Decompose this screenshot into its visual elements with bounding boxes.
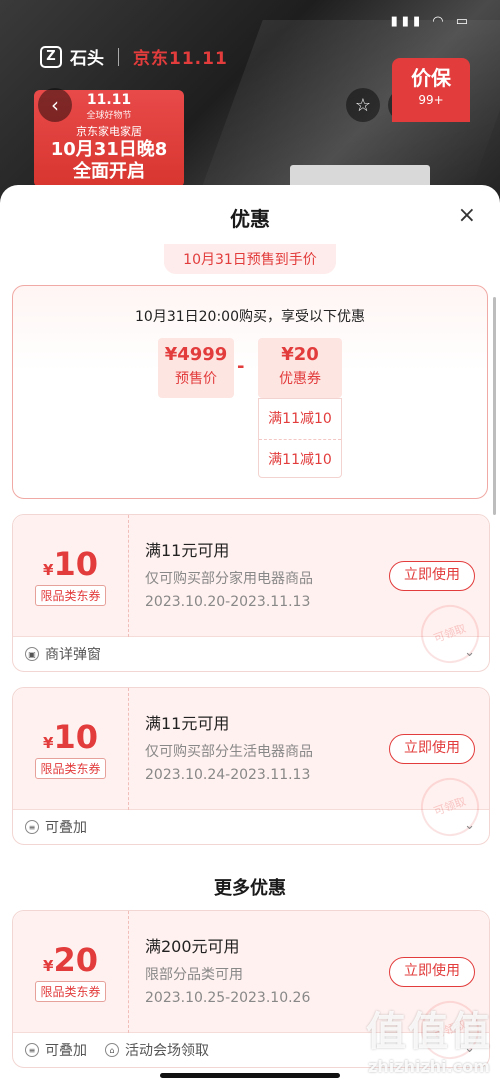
coupon-footer-label: 可叠加 [45, 1043, 87, 1059]
currency-symbol: ¥ [43, 957, 54, 975]
coupon-title: 满11元可用 [145, 541, 230, 560]
stackable-icon: ≡ [25, 820, 39, 834]
discount-sheet: 优惠 × 10月31日预售到手价 10月31日20:00购买，享受以下优惠 ¥4… [0, 185, 500, 1082]
jd-1111-label: 京东11.11 [133, 49, 228, 69]
scrollbar[interactable] [493, 297, 496, 515]
status-icons: ▮▮▮ ◠ ▭ [390, 14, 472, 29]
presale-coupon-label: 优惠券 [279, 371, 321, 387]
stackable-icon: ≡ [25, 1043, 39, 1057]
coupon-body: ¥10 限品类东券 满11元可用 仅可购买部分家用电器商品 2023.10.20… [13, 515, 489, 672]
use-now-button[interactable]: 立即使用 [389, 734, 475, 764]
chevron-down-icon[interactable]: ⌄ [464, 818, 475, 833]
coupon-desc: 限部分品类可用 [145, 967, 243, 983]
coupon-date: 2023.10.20-2023.11.13 [145, 594, 311, 610]
presale-price-cell: ¥4999 预售价 [158, 338, 234, 398]
watermark: 值值值 zhizhizhi.com [366, 999, 492, 1076]
chevron-left-icon: ‹ [51, 93, 59, 117]
presale-tab: 10月31日预售到手价 [164, 244, 336, 274]
coupon-desc: 仅可购买部分生活电器商品 [145, 744, 313, 760]
coupon-title: 满11元可用 [145, 714, 230, 733]
coupon-type-tag: 限品类东券 [35, 758, 106, 779]
price-guard-count: 99+ [418, 93, 444, 107]
coupon-amount: 10 [53, 545, 98, 583]
coupon-amount: 20 [53, 941, 98, 979]
close-icon: × [457, 203, 476, 228]
presale-price-value: ¥4999 [164, 344, 228, 365]
promo-big-1: 10月31日晚8 [50, 139, 168, 160]
sheet-title: 优惠 [230, 207, 270, 231]
status-bar: ▮▮▮ ◠ ▭ [0, 0, 500, 40]
venue-icon: ⌂ [105, 1043, 119, 1057]
coupon-title: 满200元可用 [145, 937, 240, 956]
coupon-footer-label: 可叠加 [45, 820, 87, 836]
coupon-body: ¥10 限品类东券 满11元可用 仅可购买部分生活电器商品 2023.10.24… [13, 688, 489, 845]
minus-sign: - [237, 356, 245, 377]
coupon-type-tag: 限品类东券 [35, 585, 106, 606]
watermark-logo: 值值值 [366, 1009, 492, 1055]
coupon-info: 满200元可用 限部分品类可用 2023.10.25-2023.10.26 [145, 933, 310, 1006]
close-button[interactable]: × [458, 205, 476, 227]
coupon-desc: 仅可购买部分家用电器商品 [145, 571, 313, 587]
price-guard-badge[interactable]: 价保 99+ [392, 58, 470, 122]
coupon-date: 2023.10.25-2023.10.26 [145, 990, 311, 1006]
more-discounts-title: 更多优惠 [214, 878, 286, 899]
coupon-amount-area: ¥10 限品类东券 [13, 515, 129, 637]
product-header-background: ▮▮▮ ◠ ▭ Z 石头 京东11.11 11.11 全球好物节 京东家电家居 … [0, 0, 500, 200]
coupon-amount: 10 [53, 718, 98, 756]
presale-headline: 10月31日20:00购买，享受以下优惠 [135, 309, 365, 325]
presale-coupon-item: 满11减10 [268, 411, 332, 427]
popup-icon: ▣ [25, 647, 39, 661]
presale-coupon-cell: ¥20 优惠券 [258, 338, 342, 398]
favorite-button[interactable]: ☆ [346, 88, 380, 122]
home-indicator[interactable] [160, 1073, 340, 1078]
brand-logo-icon: Z [40, 45, 62, 68]
coupon-card: ¥10 限品类东券 满11元可用 仅可购买部分家用电器商品 2023.10.20… [12, 514, 490, 672]
chevron-down-icon[interactable]: ⌄ [464, 645, 475, 660]
price-guard-title: 价保 [411, 66, 451, 90]
brand-bar: Z 石头 京东11.11 [40, 44, 228, 69]
promo-line: 京东家电家居 [76, 125, 142, 138]
promo-big-2: 全面开启 [73, 161, 145, 182]
presale-coupon-item: 满11减10 [259, 439, 341, 479]
star-icon: ☆ [354, 94, 372, 116]
presale-price-label: 预售价 [175, 371, 217, 387]
currency-symbol: ¥ [43, 561, 54, 579]
presale-box: 10月31日20:00购买，享受以下优惠 ¥4999 预售价 - ¥20 优惠券… [12, 285, 488, 499]
coupon-footer[interactable]: ▣ 商详弹窗 ⌄ [13, 637, 489, 671]
presale-coupon-list: 满11减10 满11减10 [258, 398, 342, 478]
back-button[interactable]: ‹ [38, 88, 72, 122]
brand-divider [118, 47, 119, 66]
coupon-date: 2023.10.24-2023.11.13 [145, 767, 311, 783]
coupon-amount-area: ¥10 限品类东券 [13, 688, 129, 810]
coupon-card: ¥10 限品类东券 满11元可用 仅可购买部分生活电器商品 2023.10.24… [12, 687, 490, 845]
currency-symbol: ¥ [43, 734, 54, 752]
coupon-info: 满11元可用 仅可购买部分生活电器商品 2023.10.24-2023.11.1… [145, 710, 313, 783]
use-now-button[interactable]: 立即使用 [389, 561, 475, 591]
coupon-info: 满11元可用 仅可购买部分家用电器商品 2023.10.20-2023.11.1… [145, 537, 313, 610]
coupon-footer-label: 商详弹窗 [45, 647, 101, 663]
coupon-footer[interactable]: ≡ 可叠加 ⌄ [13, 810, 489, 844]
coupon-type-tag: 限品类东券 [35, 981, 106, 1002]
brand-name: 石头 [70, 49, 104, 69]
watermark-url: zhizhizhi.com [368, 1057, 490, 1076]
presale-coupon-value: ¥20 [281, 344, 319, 365]
use-now-button[interactable]: 立即使用 [389, 957, 475, 987]
coupon-amount-area: ¥20 限品类东券 [13, 911, 129, 1033]
coupon-footer-label: 活动会场领取 [125, 1043, 209, 1059]
